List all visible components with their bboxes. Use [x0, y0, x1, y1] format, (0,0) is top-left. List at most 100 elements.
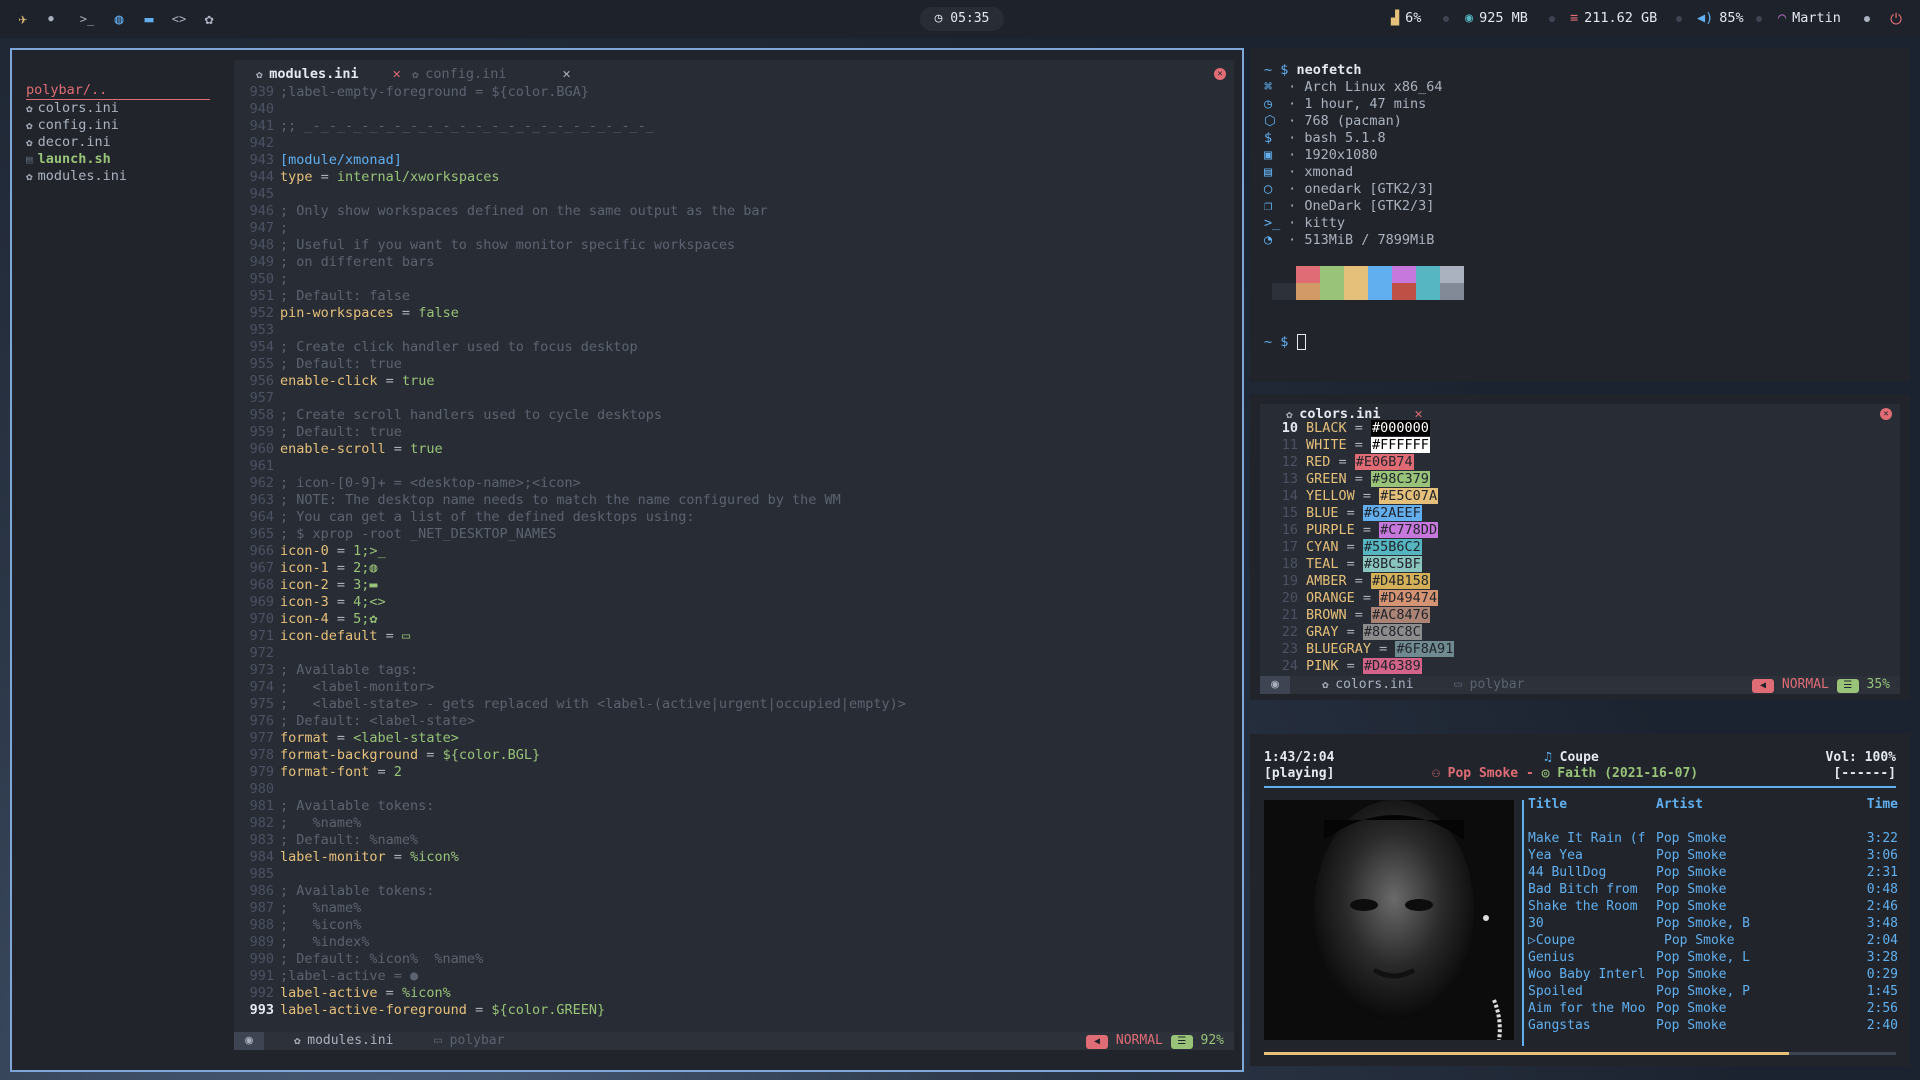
code-line[interactable]: 991 ;label-active = ●	[234, 968, 906, 985]
code-line[interactable]: 956 enable-click = true	[234, 373, 906, 390]
code-line[interactable]: 964 ; You can get a list of the defined d…	[234, 509, 906, 526]
track-row[interactable]: Yea Yea Pop Smoke 3:06	[1528, 847, 1898, 864]
track-row[interactable]: Spoiled Pop Smoke, P 1:45	[1528, 983, 1898, 1000]
code-line[interactable]: 966 icon-0 = 1;>_	[234, 543, 906, 560]
code-line[interactable]: 978 format-background = ${color.BGL}	[234, 747, 906, 764]
progress-bar[interactable]	[1264, 1052, 1896, 1055]
close-tab-icon[interactable]: ✕	[563, 66, 571, 82]
track-row[interactable]: ▷Coupe Pop Smoke 2:04	[1528, 932, 1898, 949]
code-line[interactable]: 983 ; Default: %name%	[234, 832, 906, 849]
code-line[interactable]: 15 BLUE = #62AEEF	[1260, 505, 1454, 522]
col-artist[interactable]: Artist	[1656, 796, 1766, 813]
tree-item[interactable]: ✿ decor.ini	[26, 134, 226, 151]
code-line[interactable]: 943 [module/xmonad]	[234, 152, 906, 169]
tree-item[interactable]: ✿ colors.ini	[26, 100, 226, 117]
code-line[interactable]: 988 ; %icon%	[234, 917, 906, 934]
wifi-status[interactable]: ◠ Martin	[1778, 10, 1841, 26]
folder-icon[interactable]: ▬	[138, 8, 160, 30]
code-line[interactable]: 953	[234, 322, 906, 339]
code-line[interactable]: 13 GREEN = #98C379	[1260, 471, 1454, 488]
code-icon[interactable]: <>	[168, 8, 190, 30]
tree-item[interactable]: ✿ config.ini	[26, 117, 226, 134]
terminal-window[interactable]: ~ $ neofetch ⌘ · Arch Linux x86_64 ◷ · 1 …	[1250, 48, 1910, 382]
editor-window[interactable]: polybar/.. ✿ colors.ini ✿ config.ini ✿ decor.…	[10, 48, 1244, 1072]
code-line[interactable]: 959 ; Default: true	[234, 424, 906, 441]
close-icon[interactable]: ✕	[1880, 408, 1892, 420]
playlist[interactable]: Title Artist Time Make It Rain (f Pop Smo…	[1528, 796, 1898, 1046]
code-line[interactable]: 971 icon-default = ▭	[234, 628, 906, 645]
close-icon[interactable]: ✕	[1214, 68, 1226, 80]
code-line[interactable]: 965 ; $ xprop -root _NET_DESKTOP_NAMES	[234, 526, 906, 543]
code-line[interactable]: 990 ; Default: %icon% %name%	[234, 951, 906, 968]
rocket-icon[interactable]: ✈	[12, 8, 34, 30]
track-row[interactable]: Bad Bitch from Pop Smoke 0:48	[1528, 881, 1898, 898]
code-line[interactable]: 963 ; NOTE: The desktop name needs to mat…	[234, 492, 906, 509]
code-line[interactable]: 24 PINK = #D46389	[1260, 658, 1454, 675]
code-line[interactable]: 21 BROWN = #AC8476	[1260, 607, 1454, 624]
globe-icon[interactable]: ◍	[108, 8, 130, 30]
code-line[interactable]: 947;	[234, 220, 906, 237]
code-line[interactable]: 975 ; <label-state> - gets replaced with …	[234, 696, 906, 713]
code-line[interactable]: 946 ; Only show workspaces defined on the…	[234, 203, 906, 220]
tab-config-ini[interactable]: ✿ config.ini ✕	[412, 64, 571, 84]
code-area[interactable]: ✿ modules.ini ✕ ✿ config.ini ✕ ✕ 939 ;label…	[234, 60, 1234, 1050]
code-line[interactable]: 12 RED = #E06B74	[1260, 454, 1454, 471]
code-line[interactable]: 942	[234, 135, 906, 152]
code-line[interactable]: 945	[234, 186, 906, 203]
track-row[interactable]: Gangstas Pop Smoke 2:40	[1528, 1017, 1898, 1034]
code-line[interactable]: 973 ; Available tags:	[234, 662, 906, 679]
code-line[interactable]: 962 ; icon-[0-9]+ = <desktop-name>;<icon>	[234, 475, 906, 492]
tree-root[interactable]: polybar/..	[26, 82, 210, 100]
code-line[interactable]: 11 WHITE = #FFFFFF	[1260, 437, 1454, 454]
col-time[interactable]: Time	[1867, 796, 1898, 813]
code-line[interactable]: 10 BLACK = #000000	[1260, 420, 1454, 437]
clock[interactable]: ◷ 05:35	[920, 7, 1004, 31]
code-line[interactable]: 979 format-font = 2	[234, 764, 906, 781]
tree-item[interactable]: ✿ modules.ini	[26, 168, 226, 185]
track-row[interactable]: 30 Pop Smoke, B 3:48	[1528, 915, 1898, 932]
code-line[interactable]: 969 icon-3 = 4;<>	[234, 594, 906, 611]
code-line[interactable]: 18 TEAL = #8BC5BF	[1260, 556, 1454, 573]
code-line[interactable]: 982 ; %name%	[234, 815, 906, 832]
code-line[interactable]: 987 ; %name%	[234, 900, 906, 917]
volume-status[interactable]: ◀) 85%	[1697, 10, 1744, 26]
code-line[interactable]: 980	[234, 781, 906, 798]
code-line[interactable]: 950;	[234, 271, 906, 288]
code-line[interactable]: 961	[234, 458, 906, 475]
power-icon[interactable]: ⏻	[1885, 8, 1907, 30]
code-line[interactable]: 972	[234, 645, 906, 662]
code-line[interactable]: 952 pin-workspaces = false	[234, 305, 906, 322]
terminal-icon[interactable]: >_	[76, 8, 98, 30]
colors-editor-window[interactable]: ✿ colors.ini ✕ ✕ 10 BLACK = #000000 11 WHITE…	[1250, 394, 1910, 700]
code-line[interactable]: 986 ; Available tokens:	[234, 883, 906, 900]
colors-code-area[interactable]: ✿ colors.ini ✕ ✕ 10 BLACK = #000000 11 WHITE…	[1260, 404, 1900, 684]
prompt-line[interactable]: ~ $	[1264, 334, 1306, 351]
tree-item[interactable]: ▤ launch.sh	[26, 151, 226, 168]
code-line[interactable]: 949 ; on different bars	[234, 254, 906, 271]
code-line[interactable]: 939 ;label-empty-foreground = ${color.BGA…	[234, 84, 906, 101]
code-line[interactable]: 957	[234, 390, 906, 407]
track-row[interactable]: Woo Baby Interl Pop Smoke 0:29	[1528, 966, 1898, 983]
code-line[interactable]: 989 ; %index%	[234, 934, 906, 951]
track-row[interactable]: Make It Rain (f Pop Smoke 3:22	[1528, 830, 1898, 847]
code-line[interactable]: 22 GRAY = #8C8C8C	[1260, 624, 1454, 641]
code-line[interactable]: 19 AMBER = #D4B158	[1260, 573, 1454, 590]
code-line[interactable]: 958 ; Create scroll handlers used to cycl…	[234, 407, 906, 424]
track-row[interactable]: Genius Pop Smoke, L 3:28	[1528, 949, 1898, 966]
code-line[interactable]: 951 ; Default: false	[234, 288, 906, 305]
code-line[interactable]: 968 icon-2 = 3;▬	[234, 577, 906, 594]
code-line[interactable]: 955 ; Default: true	[234, 356, 906, 373]
col-title[interactable]: Title	[1528, 796, 1652, 813]
code-line[interactable]: 976 ; Default: <label-state>	[234, 713, 906, 730]
code-line[interactable]: 974 ; <label-monitor>	[234, 679, 906, 696]
code-line[interactable]: 14 YELLOW = #E5C07A	[1260, 488, 1454, 505]
code-line[interactable]: 16 PURPLE = #C778DD	[1260, 522, 1454, 539]
code-line[interactable]: 23 BLUEGRAY = #6F8A91	[1260, 641, 1455, 658]
code-line[interactable]: 977 format = <label-state>	[234, 730, 906, 747]
track-row[interactable]: 44 BullDog Pop Smoke 2:31	[1528, 864, 1898, 881]
code-line[interactable]: 948 ; Useful if you want to show monitor …	[234, 237, 906, 254]
code-line[interactable]: 981 ; Available tokens:	[234, 798, 906, 815]
code-line[interactable]: 941 ;; _-_-_-_-_-_-_-_-_-_-_-_-_-_-_-_-_-…	[234, 118, 906, 135]
code-line[interactable]: 992 label-active = %icon%	[234, 985, 906, 1002]
code-line[interactable]: 960 enable-scroll = true	[234, 441, 906, 458]
